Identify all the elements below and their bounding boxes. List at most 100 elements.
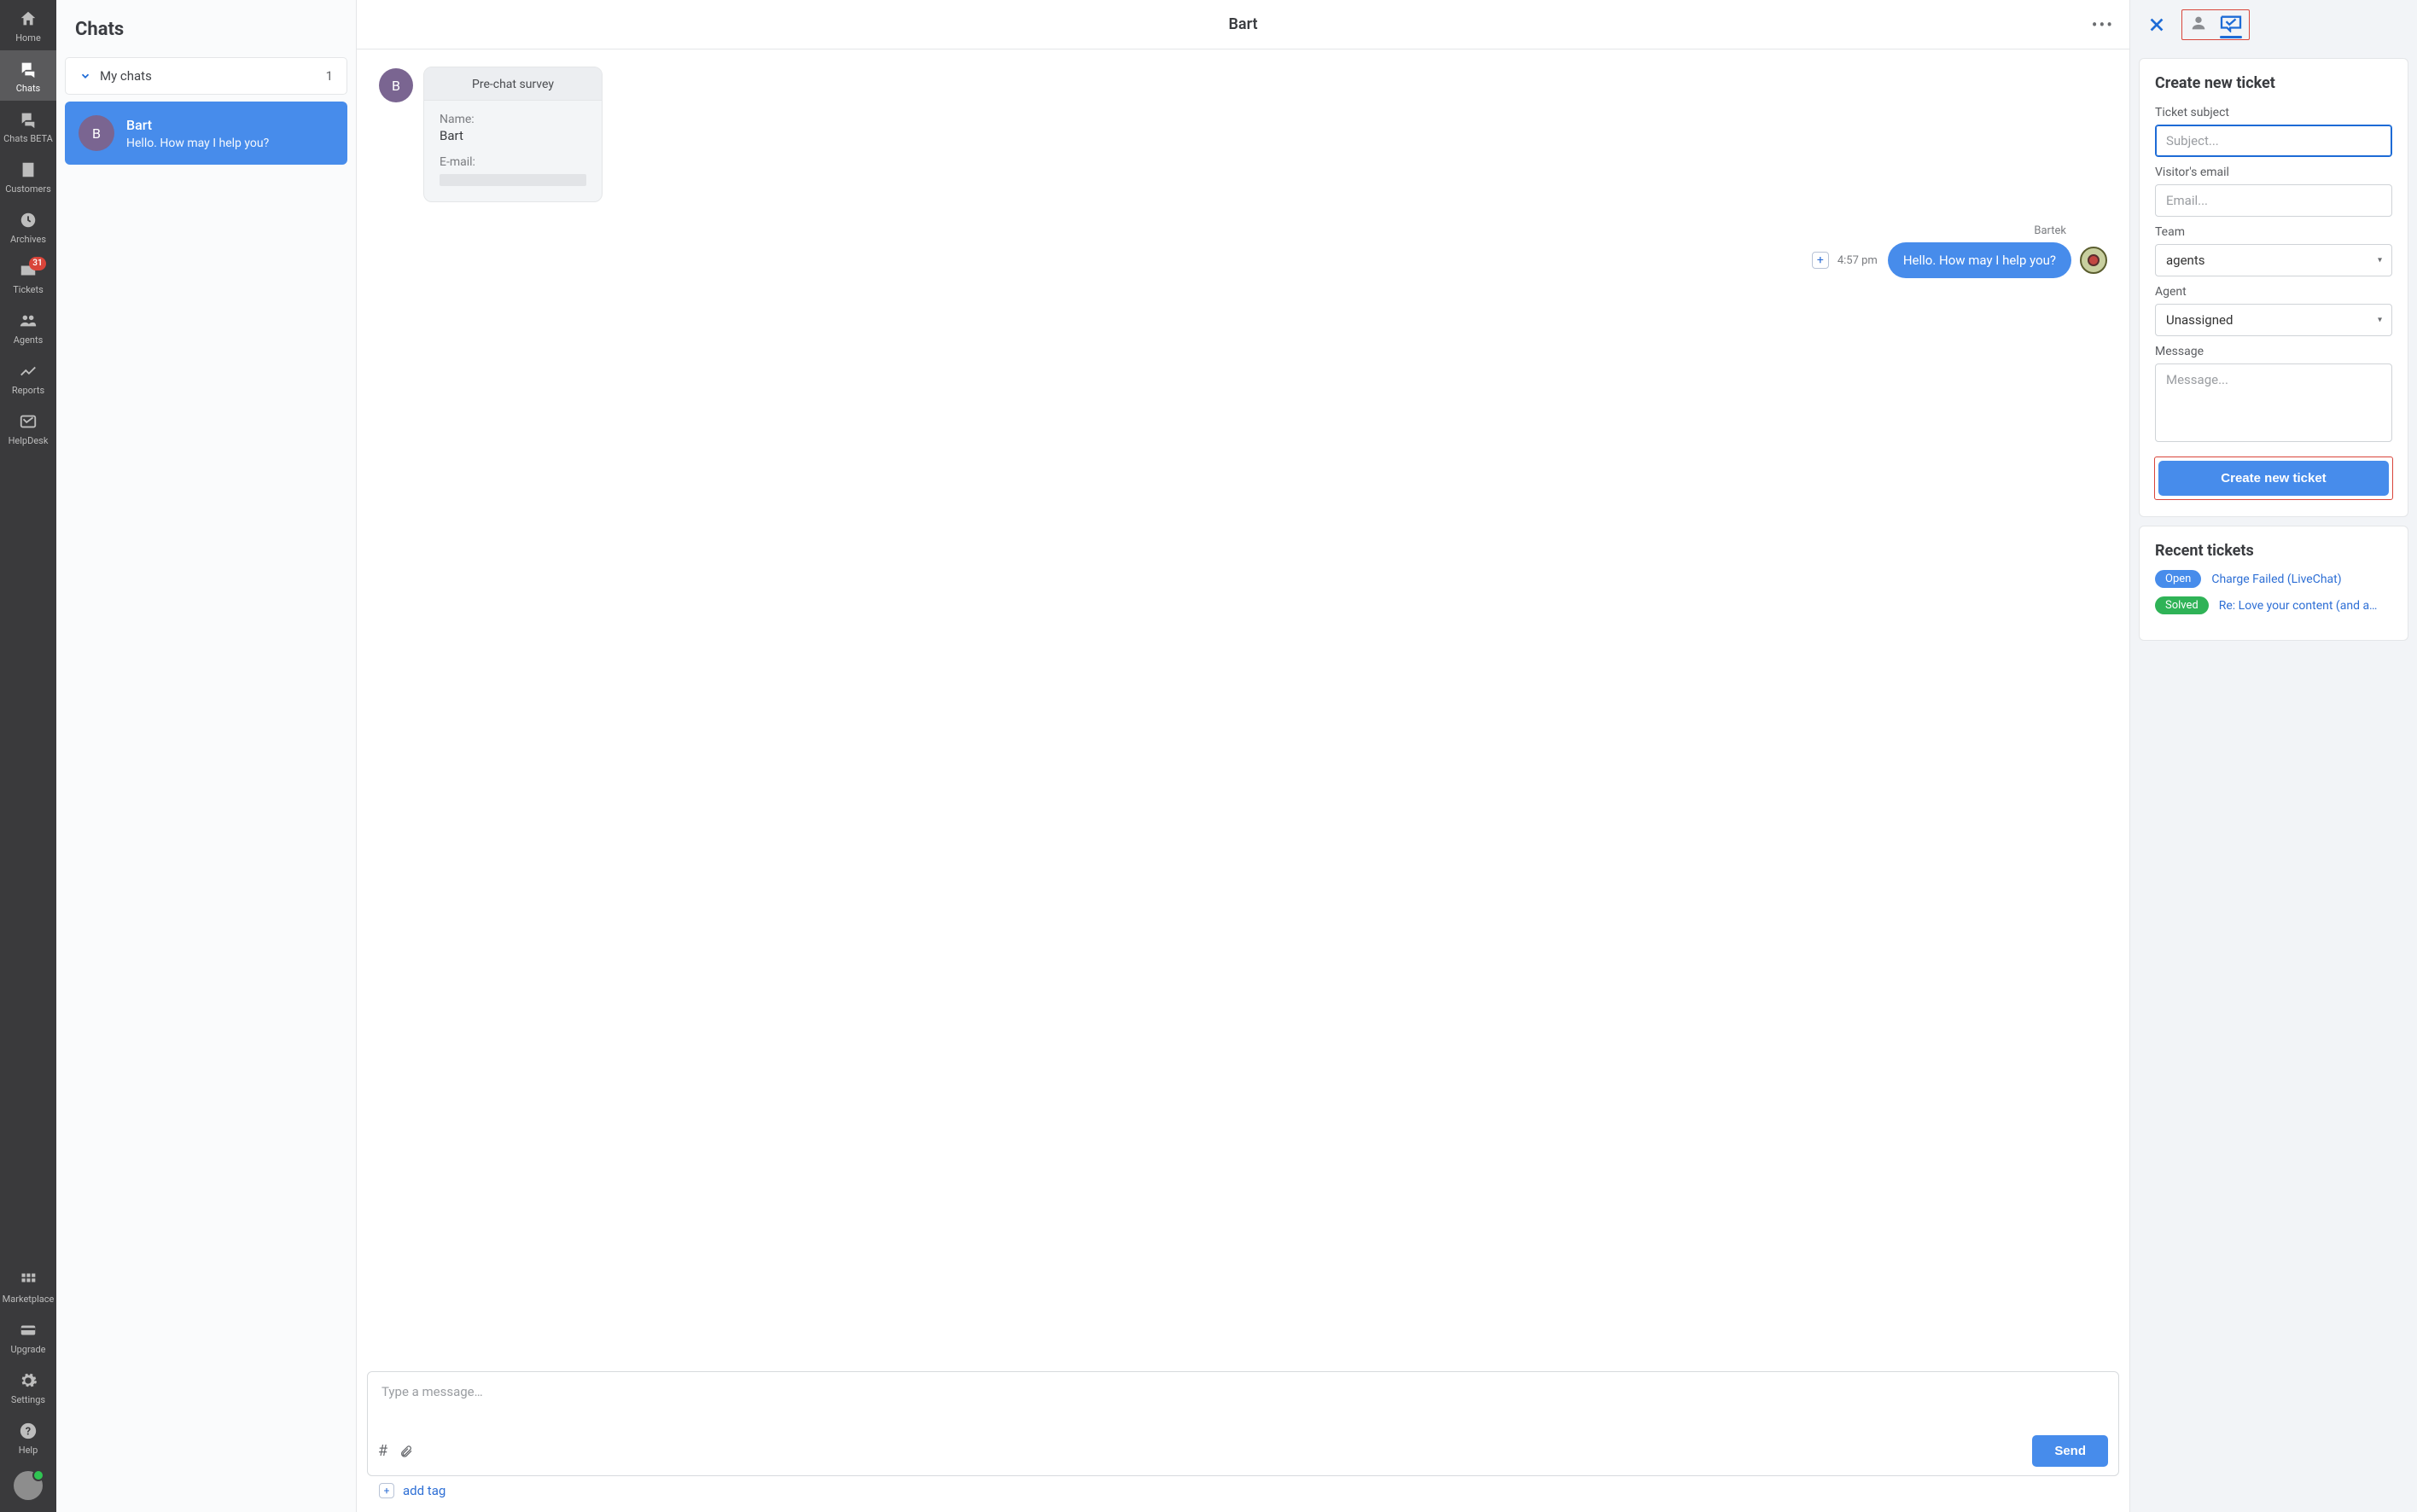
survey-head: Pre-chat survey	[424, 67, 602, 101]
home-icon	[18, 9, 38, 29]
nav-rail: Home Chats Chats BETA Customers Archives…	[0, 0, 56, 1512]
chevron-down-icon	[79, 70, 91, 82]
visitor-avatar: B	[379, 68, 413, 102]
close-icon[interactable]	[2142, 12, 2171, 38]
attachment-icon[interactable]	[399, 1444, 413, 1459]
gear-icon	[18, 1370, 38, 1391]
nav-label: Reports	[12, 385, 44, 396]
clock-icon	[18, 210, 38, 230]
message-input[interactable]	[368, 1372, 2118, 1425]
ticket-panel-top	[2130, 0, 2417, 49]
card-icon	[18, 1320, 38, 1340]
nav-label: Marketplace	[3, 1294, 55, 1305]
nav-item-upgrade[interactable]: Upgrade	[0, 1311, 56, 1362]
nav-item-tickets[interactable]: 31 Tickets	[0, 252, 56, 302]
nav-label: Upgrade	[10, 1344, 45, 1355]
nav-item-help[interactable]: ? Help	[0, 1412, 56, 1463]
group-label: My chats	[100, 68, 152, 84]
nav-item-settings[interactable]: Settings	[0, 1362, 56, 1412]
conversation-header: Bart •••	[357, 0, 2129, 49]
composer-toolbar: # Send	[368, 1428, 2118, 1475]
conversation-body: B Pre-chat survey Name: Bart E-mail: Bar…	[357, 49, 2129, 1371]
svg-text:?: ?	[26, 1426, 31, 1439]
nav-item-chats-beta[interactable]: Chats BETA	[0, 101, 56, 151]
agent-select[interactable]: Unassigned	[2155, 304, 2392, 336]
chat-icon	[18, 59, 38, 79]
send-button[interactable]: Send	[2032, 1435, 2108, 1467]
agent-avatar	[2080, 247, 2107, 274]
add-tag-plus[interactable]: +	[379, 1483, 394, 1498]
my-chats-group[interactable]: My chats 1	[65, 57, 347, 95]
chat-list-title: Chats	[56, 0, 356, 57]
chat-name: Bart	[126, 117, 269, 133]
nav-label: Tickets	[13, 284, 44, 295]
conversation-title: Bart	[1228, 15, 1257, 33]
email-label: Visitor's email	[2155, 166, 2392, 179]
user-avatar[interactable]	[14, 1471, 43, 1500]
nav-label: HelpDesk	[9, 435, 49, 446]
nav-label: Chats	[16, 83, 40, 94]
submit-highlight: Create new ticket	[2155, 457, 2392, 499]
status-badge: Solved	[2155, 596, 2209, 614]
add-tag-row: + add tag	[367, 1476, 2119, 1507]
reports-icon	[18, 361, 38, 381]
ticket-link[interactable]: Charge Failed (LiveChat)	[2211, 573, 2341, 586]
chat-avatar: B	[79, 115, 114, 151]
add-action-button[interactable]: +	[1812, 252, 1829, 269]
more-icon[interactable]: •••	[2092, 15, 2114, 35]
survey-name-label: Name:	[440, 113, 586, 126]
recent-tickets-card: Recent tickets Open Charge Failed (LiveC…	[2139, 526, 2408, 641]
sender-name: Bartek	[2034, 224, 2107, 237]
tab-visitor[interactable]	[2189, 14, 2208, 34]
message-textarea[interactable]	[2155, 363, 2392, 442]
outgoing-block: Bartek + 4:57 pm Hello. How may I help y…	[379, 224, 2107, 278]
ticket-panel: Create new ticket Ticket subject Visitor…	[2130, 0, 2417, 1512]
create-ticket-button[interactable]: Create new ticket	[2158, 461, 2389, 496]
panel-tabs-highlight	[2181, 9, 2250, 40]
nav-item-marketplace[interactable]: Marketplace	[0, 1261, 56, 1311]
agent-label: Agent	[2155, 285, 2392, 299]
nav-label: Settings	[11, 1394, 45, 1405]
hash-button[interactable]: #	[378, 1442, 387, 1460]
nav-item-customers[interactable]: Customers	[0, 151, 56, 201]
tab-ticket[interactable]	[2220, 14, 2242, 34]
composer: # Send	[367, 1371, 2119, 1476]
nav-label: Chats BETA	[3, 133, 53, 144]
conversation-panel: Bart ••• B Pre-chat survey Name: Bart E-…	[357, 0, 2130, 1512]
nav-item-archives[interactable]: Archives	[0, 201, 56, 252]
nav-item-agents[interactable]: Agents	[0, 302, 56, 352]
ticket-row: Solved Re: Love your content (and a…	[2155, 596, 2392, 614]
chat-preview: Hello. How may I help you?	[126, 137, 269, 150]
message-time: 4:57 pm	[1838, 254, 1878, 267]
recent-tickets-title: Recent tickets	[2155, 542, 2392, 560]
create-ticket-title: Create new ticket	[2155, 74, 2392, 92]
team-label: Team	[2155, 225, 2392, 239]
grid-icon	[18, 1270, 38, 1290]
prechat-survey-row: B Pre-chat survey Name: Bart E-mail:	[379, 67, 2107, 202]
help-icon: ?	[18, 1421, 38, 1441]
chat-row-active[interactable]: B Bart Hello. How may I help you?	[65, 102, 347, 165]
ticket-row: Open Charge Failed (LiveChat)	[2155, 570, 2392, 588]
nav-item-reports[interactable]: Reports	[0, 352, 56, 403]
subject-label: Ticket subject	[2155, 106, 2392, 119]
nav-item-chats[interactable]: Chats	[0, 50, 56, 101]
customers-icon	[18, 160, 38, 180]
survey-name-value: Bart	[440, 128, 586, 143]
nav-item-home[interactable]: Home	[0, 0, 56, 50]
survey-email-redacted	[440, 174, 586, 186]
add-tag-link[interactable]: add tag	[403, 1483, 446, 1498]
nav-item-helpdesk[interactable]: HelpDesk	[0, 403, 56, 453]
ticket-link[interactable]: Re: Love your content (and a…	[2219, 599, 2378, 613]
team-select[interactable]: agents	[2155, 244, 2392, 276]
message-label: Message	[2155, 345, 2392, 358]
nav-label: Help	[19, 1445, 38, 1456]
survey-email-label: E-mail:	[440, 155, 586, 169]
prechat-survey-card: Pre-chat survey Name: Bart E-mail:	[423, 67, 603, 202]
helpdesk-icon	[18, 411, 38, 432]
nav-label: Archives	[10, 234, 46, 245]
email-input[interactable]	[2155, 184, 2392, 217]
composer-wrap: # Send + add tag	[357, 1371, 2129, 1512]
subject-input[interactable]	[2155, 125, 2392, 157]
status-badge: Open	[2155, 570, 2201, 588]
nav-label: Agents	[14, 334, 44, 346]
